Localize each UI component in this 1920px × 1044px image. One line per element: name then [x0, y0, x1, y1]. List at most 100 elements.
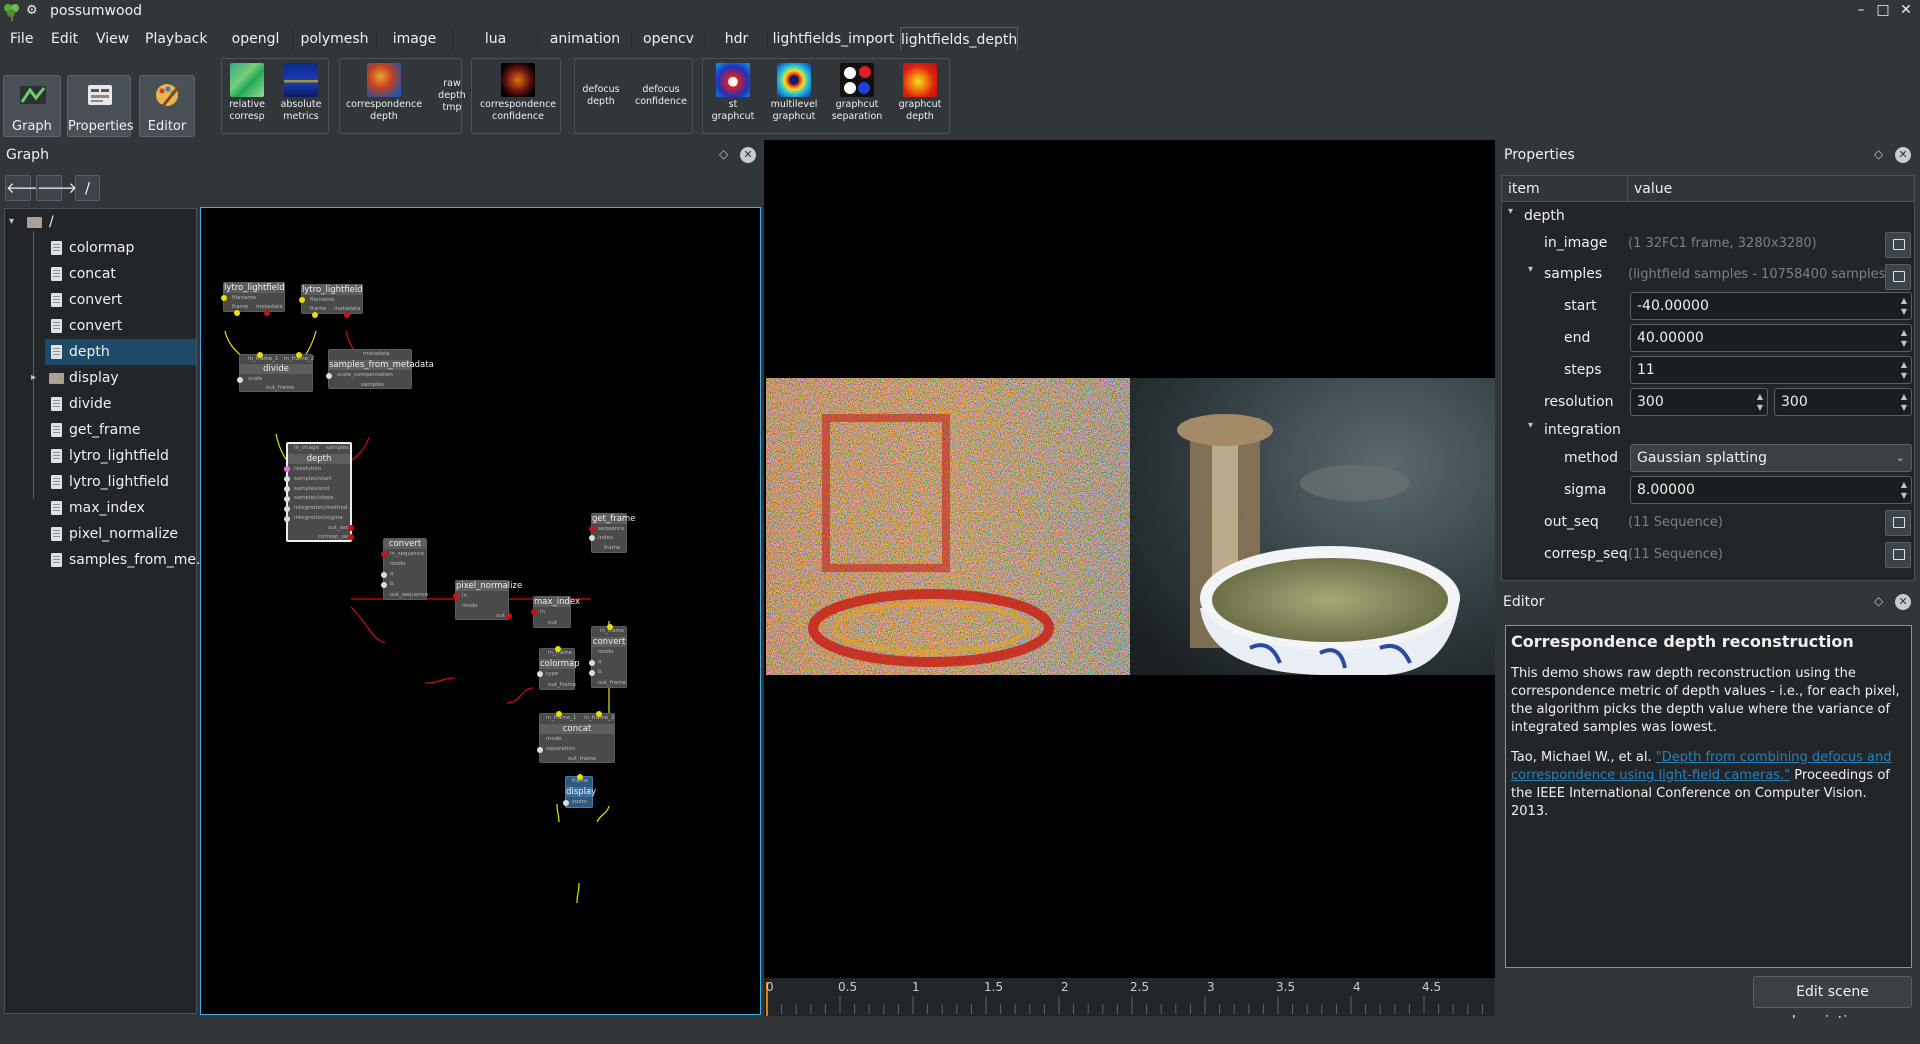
input-port[interactable] — [453, 593, 459, 599]
properties-table[interactable]: item value ▾ depth in_image (1 32FC1 fra… — [1501, 175, 1915, 581]
input-port[interactable] — [237, 377, 243, 383]
input-port[interactable] — [596, 711, 602, 717]
spin-arrows-icon[interactable]: ▲ ▼ — [1901, 327, 1907, 349]
end-spinbox[interactable]: 40.00000 ▲ ▼ — [1630, 324, 1912, 352]
tab-hdr[interactable]: hdr — [706, 27, 768, 51]
tool-graphcut-depth[interactable]: graphcut depth — [892, 58, 948, 134]
input-port[interactable] — [326, 373, 332, 379]
input-port[interactable] — [296, 352, 302, 358]
output-port[interactable] — [506, 613, 512, 619]
tree-item-display[interactable]: ▸ display — [5, 365, 196, 391]
input-port[interactable] — [284, 476, 290, 482]
output-port[interactable] — [234, 310, 240, 316]
node-lytro-lightfield-2[interactable]: lytro_lightfield filename frame metadata — [299, 284, 363, 318]
node-lytro-lightfield-1[interactable]: lytro_lightfield filename frame metadata — [221, 282, 285, 316]
input-port[interactable] — [284, 486, 290, 492]
timeline[interactable]: 0 0.5 1 1.5 2 2.5 3 3.5 4 4.5 — [764, 978, 1495, 1016]
tab-opencv[interactable]: opencv — [632, 27, 706, 51]
input-port[interactable] — [589, 526, 595, 532]
editor-panel-close-button[interactable]: ✕ — [1895, 594, 1911, 610]
tree-item-convert[interactable]: convert — [5, 313, 196, 339]
output-port[interactable] — [348, 534, 354, 540]
node-samples-from-metadata[interactable]: metadata samples_from_metadata scale_com… — [326, 349, 434, 389]
image-viewport[interactable] — [764, 140, 1495, 978]
node-pixel-normalize[interactable]: pixel_normalize in mode out — [453, 580, 522, 620]
back-button[interactable]: 🡐 — [5, 175, 46, 201]
description-editor[interactable]: Correspondence depth reconstruction This… — [1505, 625, 1912, 968]
tab-image[interactable]: image — [377, 27, 453, 51]
node-colormap[interactable]: in_frame colormap type out_frame — [537, 646, 580, 690]
scene-tree[interactable]: ▾ / colormap concat convert convert dept… — [4, 208, 209, 1014]
tree-item-pixel-normalize[interactable]: pixel_normalize — [5, 521, 196, 547]
tab-lightfields-depth[interactable]: lightfields_depth — [900, 27, 1018, 51]
spin-arrows-icon[interactable]: ▲ ▼ — [1901, 359, 1907, 381]
column-header-item[interactable]: item — [1502, 176, 1628, 202]
forward-button[interactable]: 🡒 — [36, 175, 77, 201]
tree-item-depth[interactable]: depth — [45, 339, 196, 365]
expand-icon[interactable]: ▸ — [31, 365, 36, 391]
tool-defocus-depth[interactable]: defocus depth — [576, 58, 626, 134]
spin-arrows-icon[interactable]: ▲ ▼ — [1901, 479, 1907, 501]
start-spinbox[interactable]: -40.00000 ▲ ▼ — [1630, 292, 1912, 320]
input-port[interactable] — [589, 535, 595, 541]
tool-multilevel-graphcut[interactable]: multilevel graphcut — [764, 58, 824, 134]
maximize-button[interactable]: □ — [1873, 2, 1893, 22]
properties-panel-close-button[interactable]: ✕ — [1895, 147, 1911, 163]
input-port[interactable] — [284, 516, 290, 522]
input-port[interactable] — [563, 800, 569, 806]
node-graph-canvas[interactable]: lytro_lightfield filename frame metadata… — [200, 207, 761, 1015]
resolution-x-spinbox[interactable]: 300 ▲ ▼ — [1630, 388, 1768, 416]
input-port[interactable] — [589, 660, 595, 666]
tool-raw-depth-tmp[interactable]: raw depth tmp — [429, 58, 475, 134]
output-port[interactable] — [348, 525, 354, 531]
tab-lua[interactable]: lua — [453, 27, 539, 51]
input-port[interactable] — [257, 352, 263, 358]
input-port[interactable] — [299, 297, 305, 303]
menu-view[interactable]: View — [96, 31, 129, 47]
in-image-details-button[interactable] — [1885, 232, 1911, 258]
node-depth[interactable]: in_image samples depth resolution sample… — [284, 442, 354, 542]
input-port[interactable] — [284, 466, 290, 472]
input-port[interactable] — [556, 711, 562, 717]
input-port[interactable] — [531, 609, 537, 615]
samples-details-button[interactable] — [1885, 264, 1911, 290]
collapse-icon[interactable]: ▾ — [9, 209, 14, 235]
close-window-button[interactable]: ✕ — [1896, 2, 1916, 22]
input-port[interactable] — [221, 295, 227, 301]
menu-file[interactable]: File — [10, 31, 33, 47]
input-port[interactable] — [537, 671, 543, 677]
input-port[interactable] — [381, 572, 387, 578]
input-port[interactable] — [381, 582, 387, 588]
tool-correspondence-confidence[interactable]: correspondence confidence — [479, 58, 557, 134]
input-port[interactable] — [284, 506, 290, 512]
input-port[interactable] — [537, 747, 543, 753]
method-dropdown[interactable]: Gaussian splatting ⌄ — [1630, 444, 1912, 472]
node-max-index[interactable]: max_index in out — [531, 596, 580, 628]
spin-arrows-icon[interactable]: ▲ ▼ — [1901, 295, 1907, 317]
output-port[interactable] — [344, 312, 350, 318]
tree-item-colormap[interactable]: colormap — [5, 235, 196, 261]
input-port[interactable] — [555, 646, 561, 652]
input-port[interactable] — [284, 496, 290, 502]
tool-absolute-metrics[interactable]: absolute metrics — [277, 58, 325, 134]
node-divide[interactable]: in_frame_1 in_frame_2 divide scale out_f… — [237, 352, 314, 392]
float-icon[interactable]: ◇ — [1874, 147, 1883, 161]
out-seq-details-button[interactable] — [1885, 510, 1911, 536]
input-port[interactable] — [381, 551, 387, 557]
spin-arrows-icon[interactable]: ▲ ▼ — [1901, 391, 1907, 413]
tab-animation[interactable]: animation — [539, 27, 632, 51]
tree-item-convert[interactable]: convert — [5, 287, 196, 313]
tree-item-concat[interactable]: concat — [5, 261, 196, 287]
spin-arrows-icon[interactable]: ▲ ▼ — [1757, 391, 1763, 413]
collapse-icon[interactable]: ▾ — [1528, 420, 1533, 431]
node-convert-2[interactable]: in_frame convert mode a b out_frame — [589, 624, 627, 688]
steps-spinbox[interactable]: 11 ▲ ▼ — [1630, 356, 1912, 384]
tool-correspondence-depth[interactable]: correspondence depth — [343, 58, 425, 134]
node-convert-1[interactable]: convert in_sequence mode a b out_sequenc… — [381, 538, 428, 600]
collapse-icon[interactable]: ▾ — [1528, 264, 1533, 275]
tab-polymesh[interactable]: polymesh — [293, 27, 377, 51]
graph-panel-close-button[interactable]: ✕ — [740, 147, 756, 163]
output-port[interactable] — [264, 310, 270, 316]
tree-item-max-index[interactable]: max_index — [5, 495, 196, 521]
float-icon[interactable]: ◇ — [719, 147, 728, 161]
